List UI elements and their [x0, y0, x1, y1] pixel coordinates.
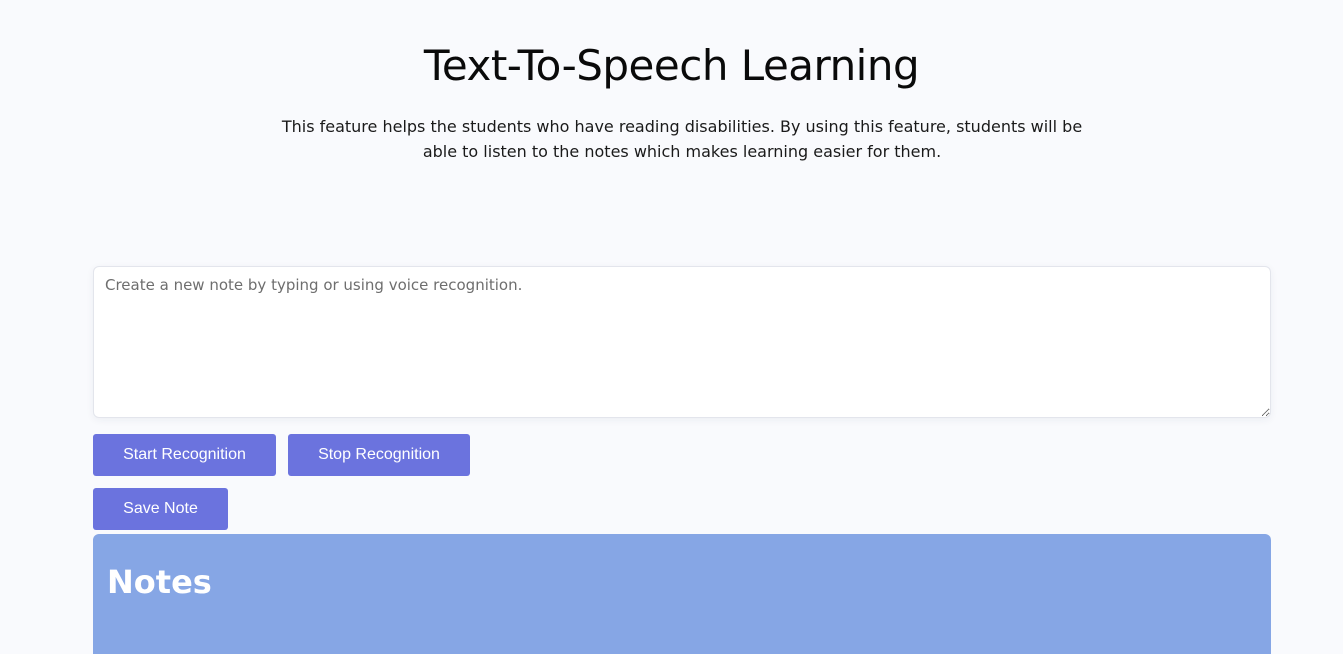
page-title: Text-To-Speech Learning [423, 41, 920, 90]
notes-heading: Notes [107, 563, 212, 601]
notes-panel: Notes [93, 534, 1271, 654]
stop-recognition-button[interactable]: Stop Recognition [288, 434, 470, 476]
start-recognition-button[interactable]: Start Recognition [93, 434, 276, 476]
page-description: This feature helps the students who have… [281, 117, 1083, 161]
note-input[interactable] [93, 266, 1271, 418]
page: Text-To-Speech Learning This feature hel… [0, 0, 1343, 654]
save-note-button[interactable]: Save Note [93, 488, 228, 530]
